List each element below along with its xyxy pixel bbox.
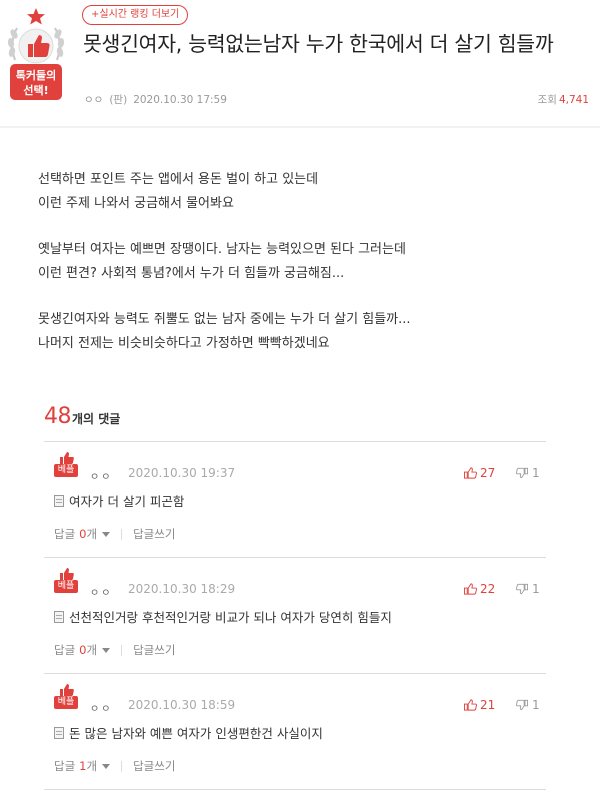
comment-item: 베플 ㅇㅇ 2020.10.30 18:59 21 1 돈 많은 남자와 예쁜 … — [44, 674, 546, 790]
chevron-down-icon — [102, 531, 111, 537]
body-line: 이런 주제 나와서 궁금해서 물어봐요 — [38, 196, 234, 211]
best-comment-badge: 베플 — [54, 452, 80, 480]
comment-actions: 답글 1 개 답글쓰기 — [54, 758, 175, 774]
best-comment-badge: 베플 — [54, 568, 80, 596]
comment-text: 선천적인거랑 후천적인거랑 비교가 되나 여자가 당연히 힘들지 — [54, 607, 392, 626]
comment-actions: 답글 0 개 답글쓰기 — [54, 526, 175, 542]
post-meta: ㅇㅇ (판) 2020.10.30 17:59 — [84, 92, 233, 107]
reply-toggle-button[interactable]: 답글 0 개 — [54, 642, 111, 658]
post-title: 못생긴여자, 능력없는남자 누가 한국에서 더 살기 힘들까 — [83, 32, 554, 56]
document-icon — [54, 610, 64, 623]
downvote-button[interactable]: 1 — [516, 466, 540, 480]
reply-label: 답글 — [54, 527, 76, 541]
body-line: 선택하면 포인트 주는 앱에서 용돈 벌이 하고 있는데 — [38, 172, 319, 187]
reply-count: 1 — [79, 759, 87, 773]
comment-item: 베플 ㅇㅇ 2020.10.30 19:37 27 1 여자가 더 살기 피곤함… — [44, 442, 546, 558]
reply-count: 0 — [79, 527, 87, 541]
downvote-count: 1 — [532, 582, 540, 596]
comment-body: 선천적인거랑 후천적인거랑 비교가 되나 여자가 당연히 힘들지 — [69, 610, 392, 625]
comment-body: 돈 많은 남자와 예쁜 여자가 인생편한건 사실이지 — [69, 726, 323, 741]
upvote-count: 22 — [480, 582, 496, 596]
comments-heading: 48 개의 댓글 — [44, 404, 120, 436]
thumbs-up-icon — [464, 583, 477, 595]
svg-text:선택!: 선택! — [23, 83, 48, 97]
comment-author[interactable]: ㅇㅇ — [90, 700, 112, 715]
downvote-count: 1 — [532, 698, 540, 712]
best-tag: 베플 — [54, 464, 78, 477]
divider — [121, 760, 123, 772]
comment-date: 2020.10.30 19:37 — [128, 466, 236, 480]
chevron-down-icon — [102, 763, 111, 769]
realtime-ranking-link[interactable]: +실시간 랭킹 더보기 — [82, 5, 189, 25]
comment-item: 베플 ㅇㅇ 2020.10.30 18:29 22 1 선천적인거랑 후천적인거… — [44, 558, 546, 674]
best-tag: 베플 — [54, 580, 78, 593]
thumbs-up-icon — [60, 684, 74, 696]
thumbs-down-icon — [516, 583, 528, 595]
body-line: 못생긴여자와 능력도 쥐뿔도 없는 남자 중에는 누가 더 살기 힘들까... — [38, 312, 411, 327]
reply-unit: 개 — [86, 643, 98, 657]
divider — [121, 528, 123, 540]
best-tag: 베플 — [54, 696, 78, 709]
reply-unit: 개 — [86, 759, 98, 773]
thumbs-down-icon — [516, 699, 528, 711]
thumbs-down-icon — [516, 467, 528, 479]
best-talker-badge-icon: 톡커들의 선택! — [7, 8, 65, 100]
comment-list: 베플 ㅇㅇ 2020.10.30 19:37 27 1 여자가 더 살기 피곤함… — [44, 441, 546, 790]
comment-date: 2020.10.30 18:59 — [128, 698, 236, 712]
post-date: 2020.10.30 17:59 — [133, 94, 227, 106]
best-comment-badge: 베플 — [54, 684, 80, 712]
downvote-button[interactable]: 1 — [516, 698, 540, 712]
reply-label: 답글 — [54, 759, 76, 773]
reply-toggle-button[interactable]: 답글 1 개 — [54, 758, 111, 774]
body-line: 이런 편견? 사회적 통념?에서 누가 더 힘들까 궁금해짐... — [38, 266, 345, 281]
comment-body: 여자가 더 살기 피곤함 — [69, 494, 185, 509]
chevron-down-icon — [102, 647, 111, 653]
post-author[interactable]: ㅇㅇ — [84, 94, 103, 106]
downvote-button[interactable]: 1 — [516, 582, 540, 596]
write-reply-button[interactable]: 답글쓰기 — [133, 526, 175, 542]
write-reply-button[interactable]: 답글쓰기 — [133, 758, 175, 774]
upvote-count: 21 — [480, 698, 496, 712]
comment-text: 돈 많은 남자와 예쁜 여자가 인생편한건 사실이지 — [54, 723, 323, 742]
upvote-button[interactable]: 22 — [464, 582, 495, 596]
document-icon — [54, 726, 64, 739]
upvote-button[interactable]: 27 — [464, 466, 495, 480]
thumbs-up-icon — [60, 568, 74, 580]
comment-author[interactable]: ㅇㅇ — [90, 468, 112, 483]
reply-count: 0 — [79, 643, 87, 657]
svg-text:톡커들의: 톡커들의 — [16, 68, 56, 82]
upvote-count: 27 — [480, 466, 496, 480]
thumbs-up-icon — [464, 699, 477, 711]
thumbs-up-icon — [60, 452, 74, 464]
comment-date: 2020.10.30 18:29 — [128, 582, 236, 596]
views-number: 4,741 — [558, 94, 589, 106]
reply-unit: 개 — [86, 527, 98, 541]
comment-author[interactable]: ㅇㅇ — [90, 584, 112, 599]
comment-text: 여자가 더 살기 피곤함 — [54, 491, 184, 510]
document-icon — [54, 494, 64, 507]
post-board: (판) — [109, 94, 128, 106]
header-divider — [0, 126, 600, 128]
body-line: 나머지 전제는 비슷비슷하다고 가정하면 빡빡하겠네요 — [38, 336, 330, 351]
reply-label: 답글 — [54, 643, 76, 657]
divider — [121, 644, 123, 656]
post-body: 선택하면 포인트 주는 앱에서 용돈 벌이 하고 있는데 이런 주제 나와서 궁… — [38, 168, 578, 356]
body-line: 옛날부터 여자는 예쁘면 장땡이다. 남자는 능력있으면 된다 그러는데 — [38, 242, 406, 257]
comment-actions: 답글 0 개 답글쓰기 — [54, 642, 175, 658]
comments-count: 48 — [44, 404, 72, 429]
reply-toggle-button[interactable]: 답글 0 개 — [54, 526, 111, 542]
post-header: 톡커들의 선택! +실시간 랭킹 더보기 못생긴여자, 능력없는남자 누가 한국… — [0, 0, 600, 128]
thumbs-up-icon — [464, 467, 477, 479]
upvote-button[interactable]: 21 — [464, 698, 495, 712]
downvote-count: 1 — [532, 466, 540, 480]
comments-label: 개의 댓글 — [72, 412, 121, 426]
view-count: 조회 4,741 — [538, 92, 589, 107]
views-label: 조회 — [537, 94, 557, 106]
write-reply-button[interactable]: 답글쓰기 — [133, 642, 175, 658]
